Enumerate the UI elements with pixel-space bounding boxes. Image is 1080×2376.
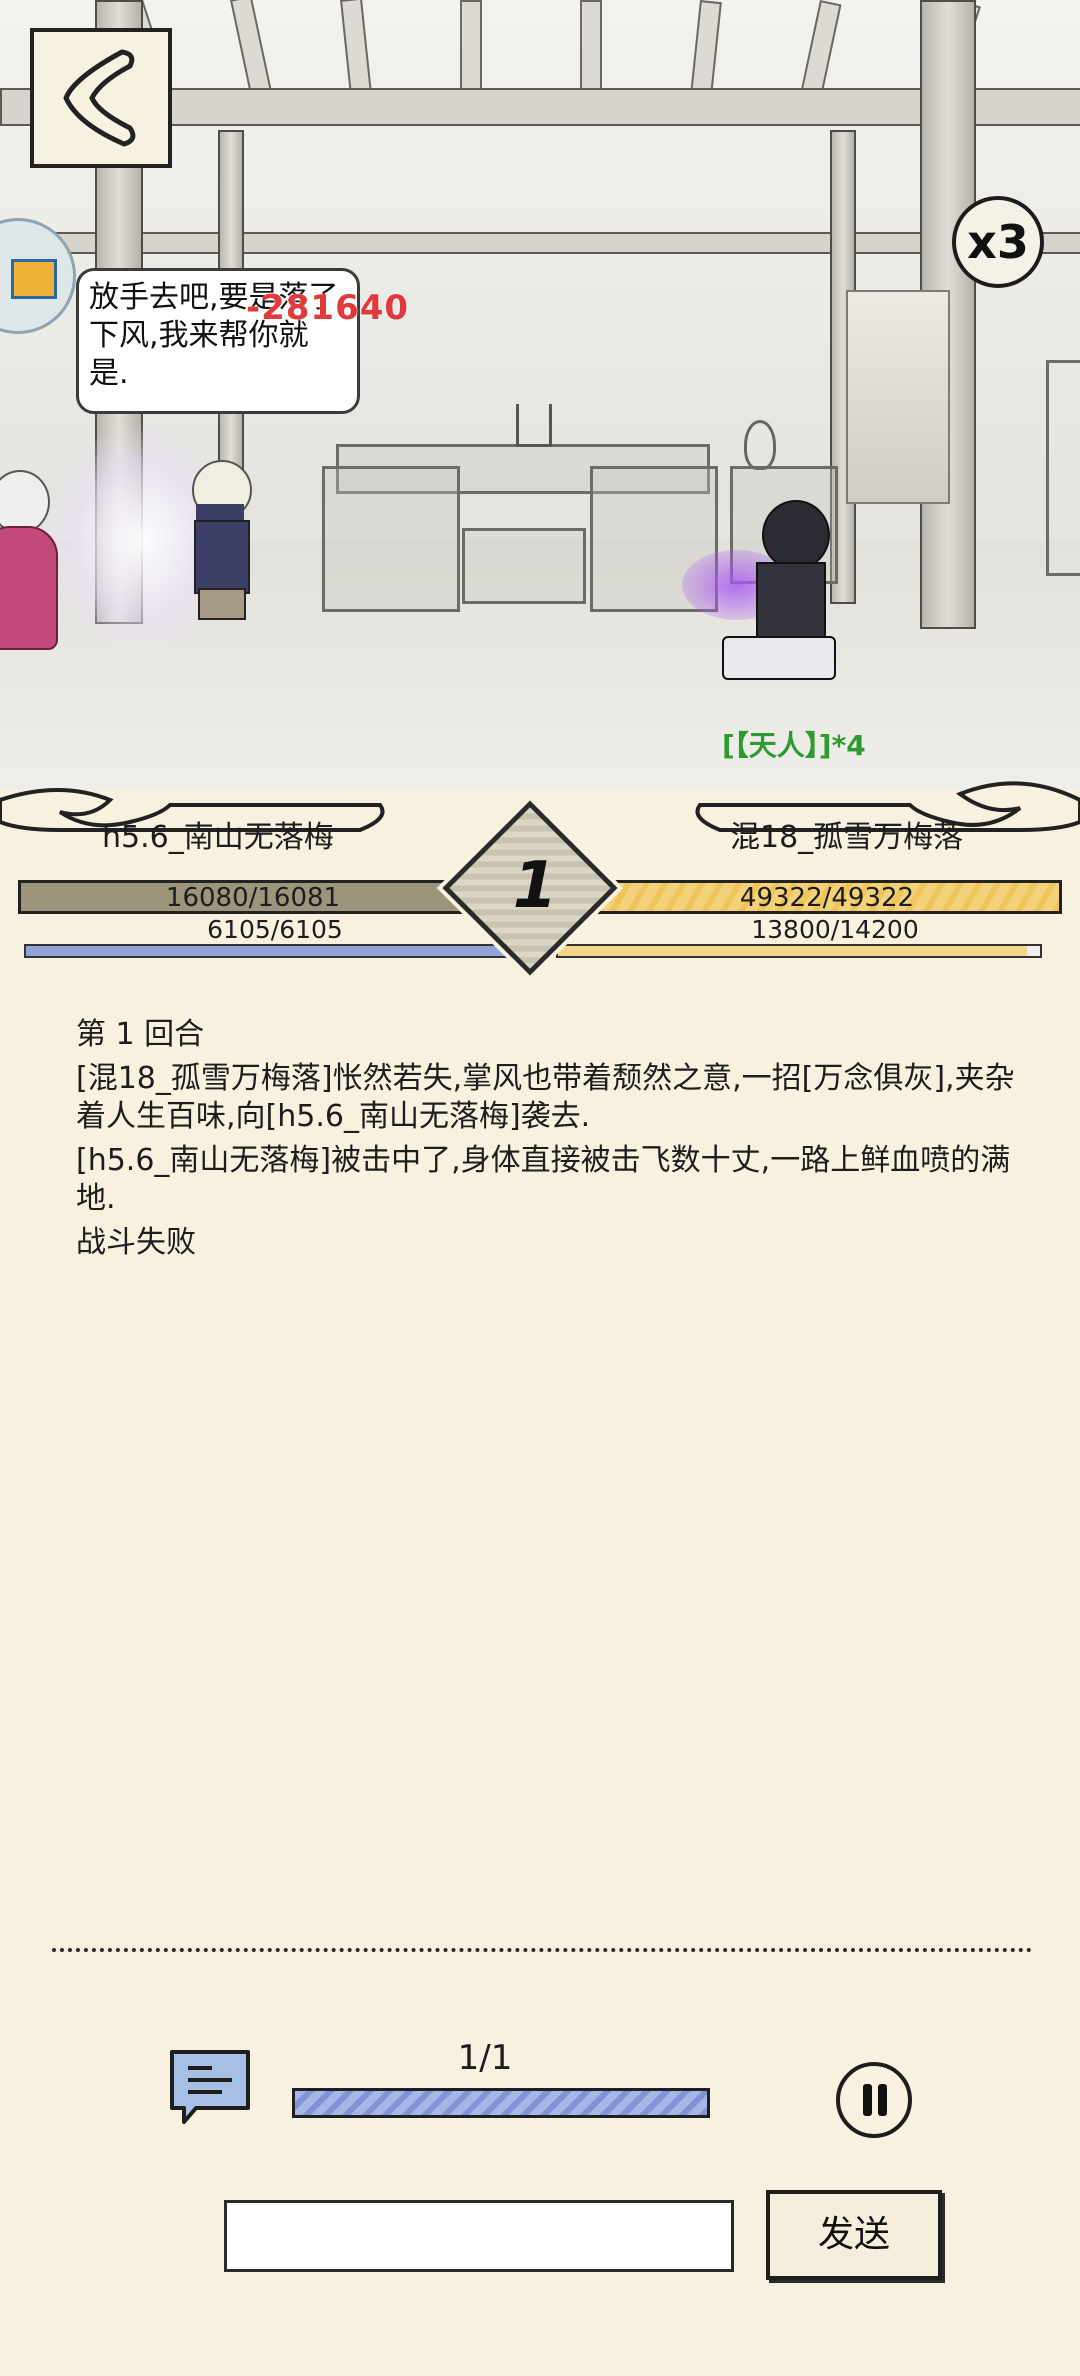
rafter <box>230 0 273 97</box>
rafter <box>689 0 722 101</box>
divider <box>52 1948 1032 1952</box>
speed-toggle-button[interactable]: x3 <box>952 196 1044 288</box>
player-hp-bar: 16080/16081 <box>18 880 488 914</box>
log-line: [混18_孤雪万梅落]怅然若失,掌风也带着颓然之意,一招[万念俱灰],夹杂着人生… <box>76 1061 1015 1134</box>
enemy-mp-bar <box>556 944 1042 958</box>
log-result: 战斗失败 <box>76 1225 196 1260</box>
player-mp-bar <box>24 944 524 958</box>
enemy-mp-fill <box>558 946 1027 956</box>
chair-left <box>322 466 460 612</box>
message-input[interactable] <box>224 2200 734 2272</box>
replay-progress-text: 1/1 <box>457 2038 513 2078</box>
chat-button[interactable] <box>166 2046 254 2126</box>
hanging-cloth <box>846 290 950 504</box>
player-character <box>0 470 60 660</box>
vase <box>744 420 776 470</box>
cabinet <box>1046 360 1080 576</box>
battle-log: 第 1 回合 [混18_孤雪万梅落]怅然若失,掌风也带着颓然之意,一招[万念俱灰… <box>76 1016 1016 1268</box>
rafter <box>340 0 373 99</box>
enemy-name: 混18_孤雪万梅落 <box>730 820 964 855</box>
log-line: [h5.6_南山无落梅]被击中了,身体直接被击飞数十丈,一路上鲜血喷的满地. <box>76 1143 1011 1216</box>
replay-progress-bar[interactable] <box>292 2088 710 2118</box>
back-button[interactable] <box>30 28 172 168</box>
rafter <box>460 0 482 99</box>
pause-button[interactable] <box>836 2062 912 2138</box>
ally-character <box>180 460 260 630</box>
speed-label: x3 <box>967 215 1029 269</box>
enemy-hp-text: 49322/49322 <box>739 883 915 913</box>
enemy-character <box>682 500 852 690</box>
round-number: 1 <box>512 849 558 923</box>
round-title: 第 1 回合 <box>76 1017 205 1052</box>
replay-progress-fill <box>295 2091 707 2115</box>
buff-label: [【天人】]*4 <box>722 729 866 762</box>
tea-table <box>462 528 586 604</box>
back-arrow-icon <box>63 49 136 147</box>
enemy-hp-bar: 49322/49322 <box>592 880 1062 914</box>
player-name: h5.6_南山无落梅 <box>102 820 334 855</box>
rafter <box>580 0 602 99</box>
player-mp-text: 6105/6105 <box>207 915 343 944</box>
wall-beam <box>0 232 1080 254</box>
damage-number: -281640 <box>246 288 410 328</box>
chat-bubble-icon <box>170 2050 250 2124</box>
enemy-mp-text: 13800/14200 <box>751 915 919 944</box>
player-hp-text: 16080/16081 <box>165 883 341 913</box>
pause-icon <box>863 2084 872 2116</box>
rafter <box>799 0 842 102</box>
send-button[interactable]: 发送 <box>766 2190 942 2280</box>
incense-burner <box>516 404 552 447</box>
player-mp-fill <box>26 946 522 956</box>
pause-icon-bar <box>878 2084 887 2116</box>
